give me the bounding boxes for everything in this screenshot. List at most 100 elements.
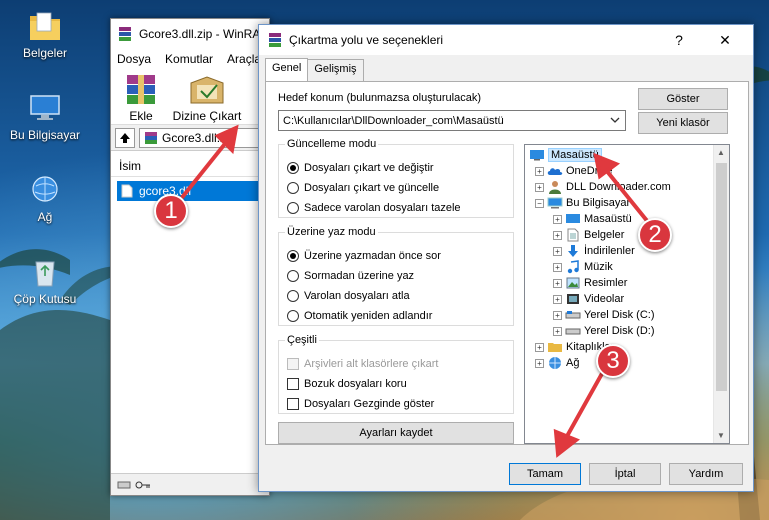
expand-icon[interactable]: + (553, 278, 562, 288)
expand-icon[interactable]: + (535, 358, 544, 368)
dialog-tabs: Genel Gelişmiş (265, 58, 364, 81)
tree-item-onedrive[interactable]: + OneDrive (535, 163, 612, 179)
documents-folder-icon (30, 12, 60, 40)
winrar-titlebar[interactable]: Gcore3.dll.zip - WinRAR (111, 19, 269, 49)
checkbox-indicator (287, 398, 299, 410)
radio-skip-existing[interactable]: Varolan dosyaları atla (287, 290, 410, 302)
radio-label: Üzerine yazmadan önce sor (304, 250, 441, 262)
desktop-icon (530, 150, 544, 161)
expand-icon[interactable]: + (535, 166, 544, 176)
callout-number: 3 (606, 347, 620, 374)
scroll-down-icon[interactable]: ▼ (717, 431, 725, 440)
tab-gelismis-label: Gelişmiş (314, 63, 357, 75)
user-icon (549, 181, 561, 194)
radio-extract-replace[interactable]: Dosyaları çıkart ve değiştir (287, 162, 434, 174)
tree-item-pc-desktop[interactable]: + Masaüstü (553, 211, 632, 227)
expand-icon[interactable]: + (553, 262, 562, 272)
expand-icon[interactable]: + (553, 310, 562, 320)
archive-path-field[interactable]: Gcore3.dll.zip (139, 127, 265, 148)
column-header-name[interactable]: İsim (111, 155, 269, 177)
ok-button-label: Tamam (526, 468, 564, 480)
expand-icon[interactable]: + (553, 326, 562, 336)
radio-fresh-only[interactable]: Sadece varolan dosyaları tazele (287, 202, 461, 214)
tree-item-documents[interactable]: + Belgeler (553, 227, 624, 243)
radio-extract-update[interactable]: Dosyaları çıkart ve güncelle (287, 182, 439, 194)
checkbox-keep-broken-files[interactable]: Bozuk dosyaları koru (287, 378, 407, 390)
destination-path-combobox[interactable]: C:\Kullanıcılar\DllDownloader_com\Masaüs… (278, 110, 626, 131)
collapse-icon[interactable]: − (535, 198, 544, 208)
radio-ask-before-overwrite[interactable]: Üzerine yazmadan önce sor (287, 250, 441, 262)
winrar-menubar: Dosya Komutlar Araçlar (111, 49, 269, 69)
radio-indicator (287, 290, 299, 302)
general-tab-panel: Hedef konum (bulunmazsa oluşturulacak) C… (265, 81, 749, 445)
desktop-icon-label: Bu Bilgisayar (9, 128, 81, 142)
tree-item-network[interactable]: + Ağ (535, 355, 579, 371)
radio-label: Dosyaları çıkart ve değiştir (304, 162, 434, 174)
extract-to-button[interactable]: Dizine Çıkart (169, 73, 245, 123)
winrar-dialog-icon (269, 33, 281, 47)
desktop-icon-belgeler[interactable]: Belgeler (5, 10, 85, 60)
radio-indicator (287, 162, 299, 174)
dialog-title: Çıkartma yolu ve seçenekleri (289, 33, 444, 47)
add-button-label: Ekle (129, 109, 153, 123)
tree-item-videos[interactable]: + Videolar (553, 291, 624, 307)
radio-overwrite-without-prompt[interactable]: Sormadan üzerine yaz (287, 270, 414, 282)
tree-item-desktop[interactable]: Masaüstü (529, 147, 602, 163)
expand-icon[interactable]: + (535, 182, 544, 192)
network-icon (32, 176, 58, 202)
desktop-icon-ag[interactable]: Ağ (5, 174, 85, 224)
tree-item-this-pc[interactable]: − Bu Bilgisayar (535, 195, 630, 211)
up-folder-button[interactable] (115, 127, 135, 148)
menu-komutlar[interactable]: Komutlar (165, 52, 213, 66)
expand-icon[interactable]: + (553, 214, 562, 224)
ok-button[interactable]: Tamam (509, 463, 581, 485)
checkbox-show-in-explorer[interactable]: Dosyaları Gezginde göster (287, 398, 434, 410)
dialog-titlebar[interactable]: Çıkartma yolu ve seçenekleri ? ✕ (259, 25, 753, 55)
expand-icon[interactable]: + (535, 342, 544, 352)
tree-item-label: DLL Downloader.com (566, 181, 671, 193)
tab-gelismis[interactable]: Gelişmiş (307, 59, 364, 81)
radio-label: Sadece varolan dosyaları tazele (304, 202, 461, 214)
expand-icon[interactable]: + (553, 246, 562, 256)
close-button[interactable]: ✕ (703, 25, 747, 55)
expand-icon[interactable]: + (553, 294, 562, 304)
cancel-button[interactable]: İptal (589, 463, 661, 485)
radio-auto-rename[interactable]: Otomatik yeniden adlandır (287, 310, 432, 322)
tree-item-user[interactable]: + DLL Downloader.com (535, 179, 671, 195)
tree-item-pictures[interactable]: + Resimler (553, 275, 627, 291)
music-icon (567, 260, 579, 274)
scroll-thumb[interactable] (716, 163, 727, 391)
scroll-up-icon[interactable]: ▲ (717, 148, 725, 157)
help-title-button[interactable]: ? (657, 25, 701, 55)
winrar-icon (118, 27, 131, 41)
destination-label: Hedef konum (bulunmazsa oluşturulacak) (278, 92, 481, 104)
chevron-down-icon[interactable] (609, 114, 621, 126)
tree-item-downloads[interactable]: + İndirilenler (553, 243, 635, 259)
add-button[interactable]: Ekle (119, 73, 163, 123)
help-button[interactable]: Yardım (669, 463, 743, 485)
winrar-toolbar: Ekle Dizine Çıkart (111, 69, 269, 125)
step-callout-2: 2 (638, 218, 672, 252)
file-row[interactable]: gcore3.dll (117, 181, 263, 201)
save-settings-label: Ayarları kaydet (359, 427, 433, 439)
extract-to-icon (190, 76, 224, 104)
desktop-icon-cop-kutusu[interactable]: Çöp Kutusu (5, 256, 85, 306)
onedrive-icon (547, 168, 563, 175)
new-folder-button[interactable]: Yeni klasör (638, 112, 728, 134)
tree-item-music[interactable]: + Müzik (553, 259, 613, 275)
folder-tree[interactable]: Masaüstü + OneDrive + DLL Downloader.com… (524, 144, 730, 444)
tab-genel[interactable]: Genel (265, 58, 309, 81)
save-settings-button[interactable]: Ayarları kaydet (278, 422, 514, 444)
drive-c-icon (565, 311, 581, 319)
help-symbol: ? (675, 32, 683, 48)
tree-scrollbar[interactable]: ▲ ▼ (713, 145, 729, 443)
tree-item-drive-c[interactable]: + Yerel Disk (C:) (553, 307, 655, 323)
show-button[interactable]: Göster (638, 88, 728, 110)
tree-item-label: Müzik (584, 261, 613, 273)
menu-dosya[interactable]: Dosya (117, 52, 151, 66)
desktop-icon-bu-bilgisayar[interactable]: Bu Bilgisayar (5, 92, 85, 142)
expand-icon[interactable]: + (553, 230, 562, 240)
tree-item-label: Ağ (566, 357, 580, 369)
radio-label: Sormadan üzerine yaz (304, 270, 415, 282)
tree-item-drive-d[interactable]: + Yerel Disk (D:) (553, 323, 655, 339)
